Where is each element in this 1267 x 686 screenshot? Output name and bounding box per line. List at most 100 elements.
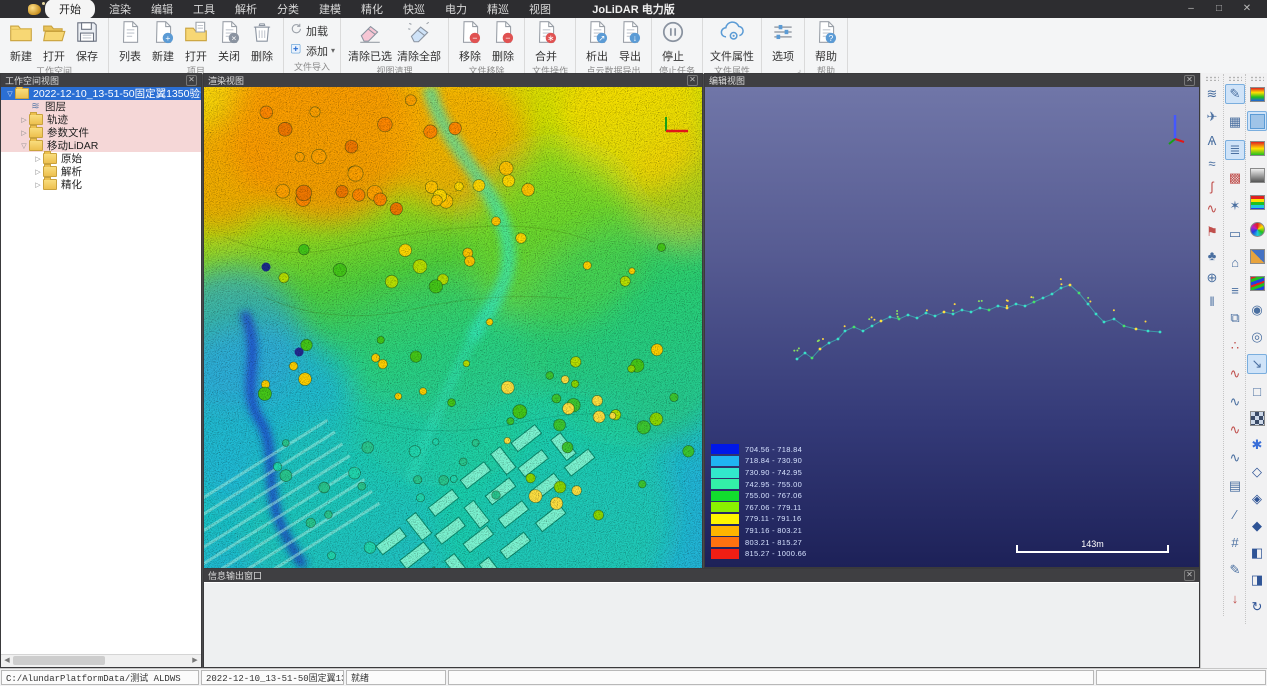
layer-copy-icon[interactable]: ⧉ [1225,308,1245,328]
maximize-button[interactable]: □ [1205,0,1233,18]
orbit-icon[interactable]: ↻ [1247,597,1267,617]
ribbon-button-删除[interactable]: −删除 [487,19,519,64]
cube-top-icon[interactable]: ◈ [1247,489,1267,509]
polygon-select-icon[interactable]: ⌂ [1225,252,1245,272]
minimize-button[interactable]: – [1177,0,1205,18]
workspace-hscrollbar[interactable]: ◀ ▶ [1,654,201,667]
cube-left-icon[interactable]: ◧ [1247,543,1267,563]
scroll-thumb[interactable] [13,656,105,665]
pause-task-icon[interactable]: ‖ [1202,291,1222,311]
tree-row[interactable]: ▽2022-12-10_13-51-50固定翼1350验证.aldprj [1,87,201,100]
edit-view-close-icon[interactable]: ✕ [1184,75,1195,86]
ribbon-button-停止[interactable]: 停止 [657,19,689,64]
render-viewport[interactable] [204,87,702,567]
curve-b-icon[interactable]: ∿ [1225,392,1245,412]
ribbon-button-选项[interactable]: 选项 [767,19,799,64]
edit-viewport[interactable]: 704.56 - 718.84718.84 - 730.90730.90 - 7… [705,87,1199,567]
ribbon-button-保存[interactable]: 保存 [71,19,103,64]
info-panel-close-icon[interactable]: ✕ [1184,570,1195,581]
checkerboard-icon[interactable] [1247,408,1267,428]
ribbon-button-删除[interactable]: 删除 [246,19,278,64]
menu-item-视图[interactable]: 视图 [519,0,561,19]
ribbon-button-打开[interactable]: 打开 [38,19,70,64]
tree-row[interactable]: ▷解析 [1,165,201,178]
tower-flag-icon[interactable]: ⚑ [1202,222,1222,242]
curve-a-icon[interactable]: ∿ [1225,364,1245,384]
flat-color-icon[interactable] [1247,111,1267,131]
rect-select-icon[interactable]: ▭ [1225,224,1245,244]
vector-node-icon[interactable]: ʃ [1202,176,1222,196]
settings-gear-icon[interactable]: ✱ [1247,435,1267,455]
grid-clear-icon[interactable]: ▩ [1225,168,1245,188]
compass-icon[interactable]: ✶ [1225,196,1245,216]
menu-item-解析[interactable]: 解析 [225,0,267,19]
cube-right-icon[interactable]: ◨ [1247,570,1267,590]
drone-icon[interactable]: ✈ [1202,107,1222,127]
measure-line-icon[interactable]: ↘ [1247,354,1267,374]
colormap-icon[interactable] [1247,84,1267,104]
dock-grip[interactable] [1250,76,1264,81]
export-down-icon[interactable]: ↓ [1225,588,1245,608]
curve-d-icon[interactable]: ∿ [1225,448,1245,468]
app-logo-icon[interactable] [28,4,41,15]
menu-item-建模[interactable]: 建模 [309,0,351,19]
tree-expander-icon[interactable]: ▷ [33,181,43,189]
ribbon-button-析出[interactable]: ↗析出 [581,19,613,64]
color-waves-icon[interactable] [1247,273,1267,293]
data-search-icon[interactable]: ⊕ [1202,268,1222,288]
tree-row[interactable]: ▷原始 [1,152,201,165]
close-button[interactable]: ✕ [1233,0,1261,18]
menu-item-快巡[interactable]: 快巡 [393,0,435,19]
ribbon-button-添加[interactable]: 添加▾ [289,42,335,59]
ribbon-button-文件属性[interactable]: 文件属性 [708,19,756,64]
ribbon-button-清除已选[interactable]: 清除已选 [346,19,394,64]
nodes-icon[interactable]: ∴ [1225,336,1245,356]
ribbon-button-帮助[interactable]: ?帮助 [810,19,842,64]
menu-item-编辑[interactable]: 编辑 [141,0,183,19]
ribbon-button-合并[interactable]: ∗合并 [530,19,562,64]
dock-grip[interactable] [1228,76,1242,81]
ribbon-button-关闭[interactable]: ×关闭 [213,19,245,64]
render-view-close-icon[interactable]: ✕ [687,75,698,86]
menu-item-工具[interactable]: 工具 [183,0,225,19]
menu-item-电力[interactable]: 电力 [435,0,477,19]
scroll-right-icon[interactable]: ▶ [189,655,201,667]
layer-stack-icon[interactable]: ≣ [1225,140,1245,160]
menu-item-精巡[interactable]: 精巡 [477,0,519,19]
ribbon-button-打开[interactable]: 打开 [180,19,212,64]
menu-item-渲染[interactable]: 渲染 [99,0,141,19]
layer-edit-icon[interactable]: ≋ [1202,84,1222,104]
dock-grip[interactable] [1205,76,1219,81]
ribbon-button-移除[interactable]: −移除 [454,19,486,64]
tree-expander-icon[interactable]: ▽ [5,90,15,98]
eye-open-icon[interactable]: ◉ [1247,300,1267,320]
menu-item-分类[interactable]: 分类 [267,0,309,19]
tree-row[interactable]: ▽移动LiDAR [1,139,201,152]
tree-expander-icon[interactable]: ▽ [19,142,29,150]
band-map-icon[interactable] [1247,192,1267,212]
cube-wire-icon[interactable]: ◇ [1247,462,1267,482]
edit-note-icon[interactable]: ✎ [1225,560,1245,580]
sag-curve-icon[interactable]: ≈ [1202,153,1222,173]
tree-extract-icon[interactable]: ♣ [1202,245,1222,265]
grid-icon[interactable]: ▦ [1225,112,1245,132]
ribbon-button-导出[interactable]: ↓导出 [614,19,646,64]
cube-solid-icon[interactable]: ◆ [1247,516,1267,536]
fine-grid-icon[interactable]: # [1225,532,1245,552]
ribbon-button-清除全部[interactable]: 清除全部 [395,19,443,64]
eye-closed-icon[interactable]: ◎ [1247,327,1267,347]
curve-c-icon[interactable]: ∿ [1225,420,1245,440]
tower-icon[interactable]: Ѧ [1202,130,1222,150]
ruler-icon[interactable]: ▤ [1225,476,1245,496]
workspace-close-icon[interactable]: ✕ [186,75,197,86]
tree-expander-icon[interactable]: ▷ [33,155,43,163]
tree-expander-icon[interactable]: ▷ [19,116,29,124]
slope-icon[interactable]: ∕ [1225,504,1245,524]
tree-expander-icon[interactable]: ▷ [33,168,43,176]
ribbon-button-新建[interactable]: +新建 [147,19,179,64]
draw-polyline-icon[interactable]: ✎ [1225,84,1245,104]
ribbon-button-新建[interactable]: 新建 [5,19,37,64]
doc-list-icon[interactable]: ≡ [1225,280,1245,300]
gradient-icon[interactable] [1247,138,1267,158]
tree-row[interactable]: ▷精化 [1,178,201,191]
